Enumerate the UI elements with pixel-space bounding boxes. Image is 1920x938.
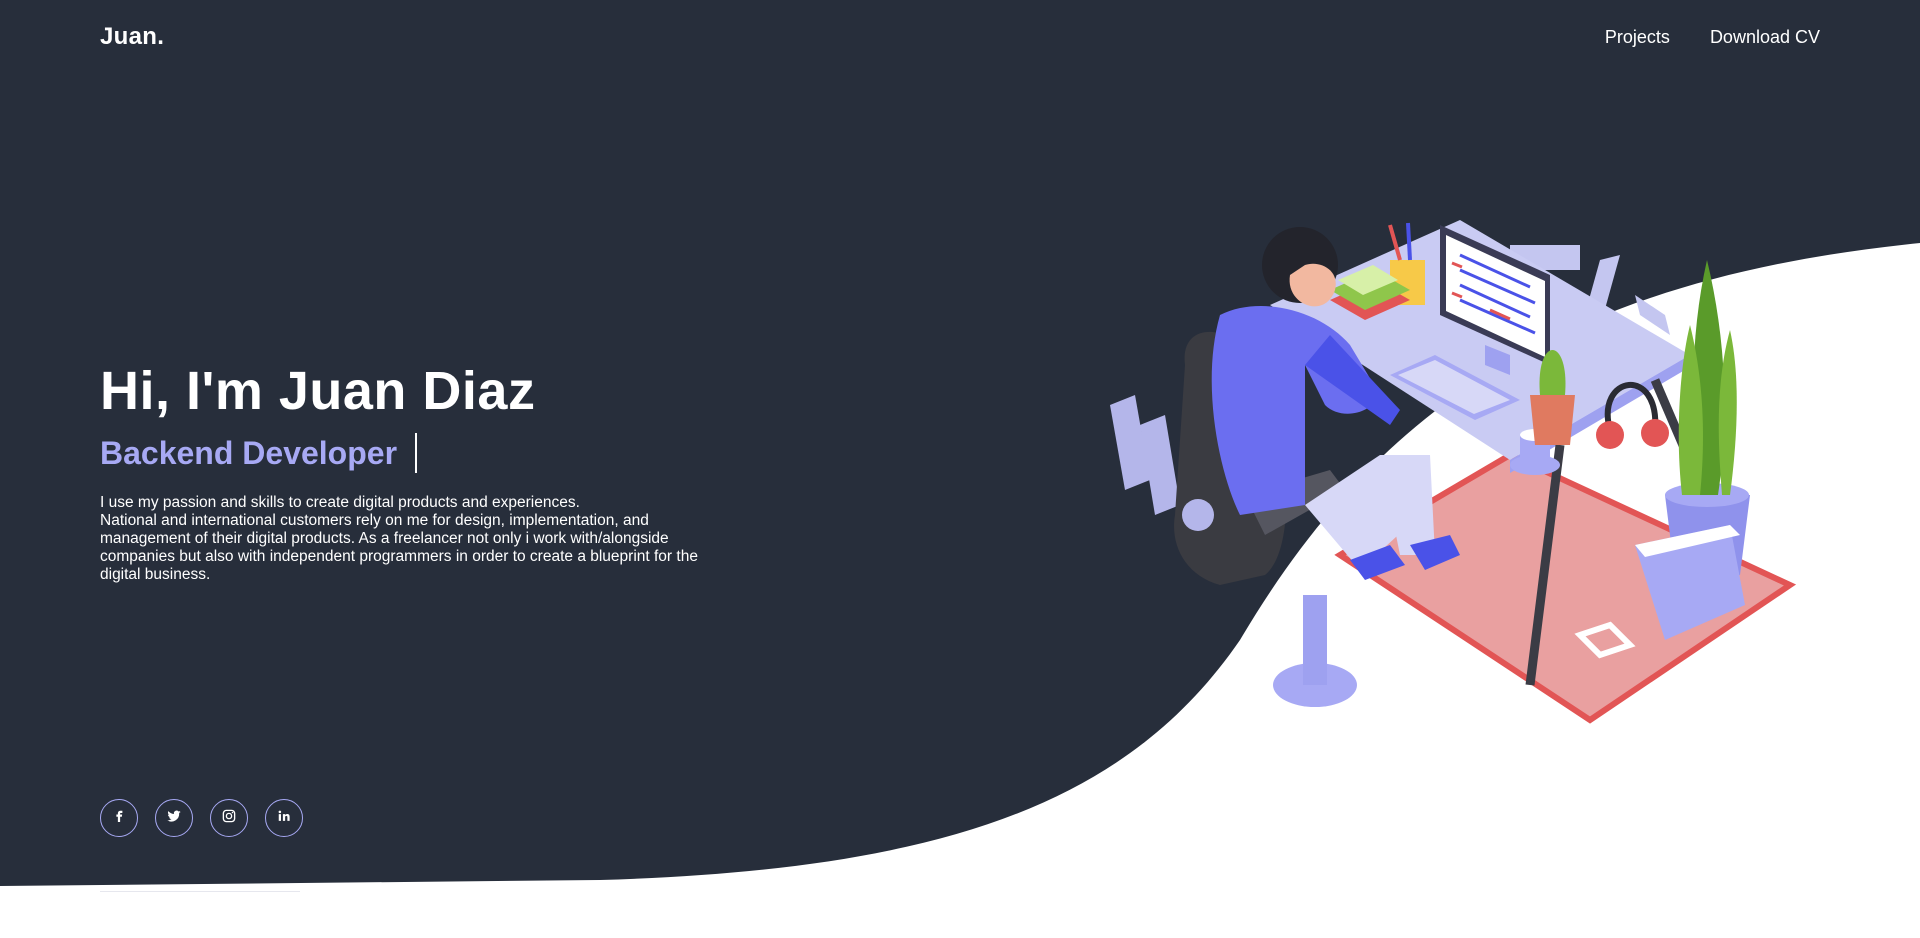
nav-links: Projects Download CV	[1605, 27, 1820, 48]
hero-description: I use my passion and skills to create di…	[100, 494, 700, 584]
nav-link-projects[interactable]: Projects	[1605, 27, 1670, 48]
hero-role: Backend Developer	[100, 432, 700, 474]
description-line: National and international customers rel…	[100, 512, 698, 583]
navbar: Juan. Projects Download CV	[100, 22, 1820, 52]
twitter-button[interactable]	[155, 799, 193, 837]
linkedin-icon	[275, 807, 293, 830]
facebook-button[interactable]	[100, 799, 138, 837]
role-text: Backend Developer	[100, 434, 398, 471]
description-line: I use my passion and skills to create di…	[100, 494, 580, 511]
scroll-hint-line	[100, 891, 300, 892]
instagram-icon	[220, 807, 238, 830]
nav-link-download-cv[interactable]: Download CV	[1710, 27, 1820, 48]
logo[interactable]: Juan.	[100, 23, 164, 51]
hero-section: Hi, I'm Juan Diaz Backend Developer I us…	[100, 360, 700, 584]
facebook-icon	[110, 807, 128, 830]
twitter-icon	[165, 807, 183, 830]
social-links	[100, 799, 303, 837]
hero-title: Hi, I'm Juan Diaz	[100, 361, 536, 421]
typing-caret	[415, 433, 418, 473]
linkedin-button[interactable]	[265, 799, 303, 837]
instagram-button[interactable]	[210, 799, 248, 837]
developer-desk-illustration	[1110, 220, 1797, 724]
